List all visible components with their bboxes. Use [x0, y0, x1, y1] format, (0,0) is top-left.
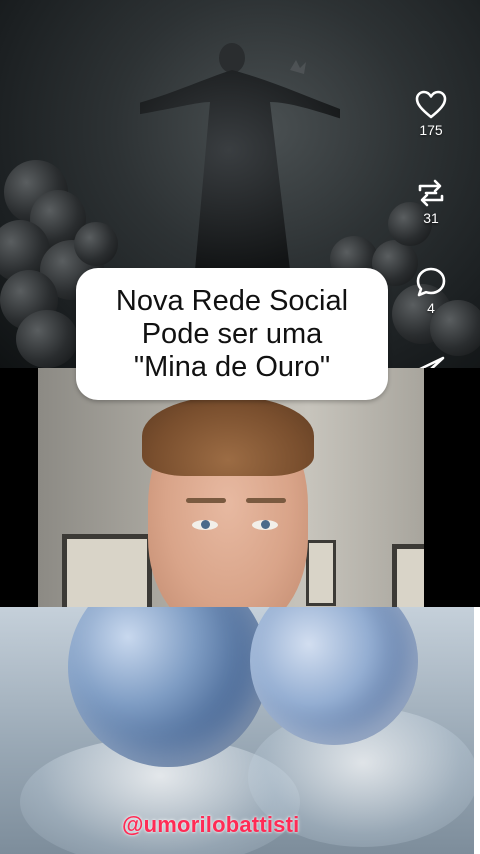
wall-picture: [392, 544, 424, 608]
comment-icon: [416, 267, 446, 297]
like-button[interactable]: 175: [406, 90, 456, 138]
comment-button[interactable]: 4: [406, 266, 456, 316]
skull-decor: [16, 310, 78, 368]
title-line-1: Nova Rede Social: [115, 284, 349, 317]
left-brow: [186, 498, 226, 503]
repost-count: 31: [423, 210, 439, 226]
right-brow: [246, 498, 286, 503]
title-card: Nova Rede Social Pode ser uma "Mina de O…: [76, 268, 388, 400]
repost-button[interactable]: 31: [406, 178, 456, 226]
edge-strip: [474, 607, 480, 854]
comment-count: 4: [427, 300, 435, 316]
title-line-2: Pode ser uma: [141, 317, 323, 350]
robed-figure-image: [140, 43, 340, 270]
letterbox-right: [424, 368, 480, 608]
skull-decor: [74, 222, 118, 266]
left-eye: [192, 520, 218, 530]
like-count: 175: [419, 122, 443, 138]
letterbox-left: [0, 368, 38, 608]
creator-watermark[interactable]: @umorilobattisti: [122, 812, 299, 838]
title-line-3: "Mina de Ouro": [133, 350, 331, 383]
heart-icon: [415, 90, 447, 119]
right-eye: [252, 520, 278, 530]
video-post[interactable]: 175 31 4 Nova Rede Social Pode ser uma "…: [0, 0, 480, 854]
repost-icon: [418, 179, 444, 207]
wall-picture: [306, 540, 336, 606]
wall-picture: [62, 534, 152, 608]
presenter-hair: [142, 396, 314, 476]
presenter-video: [38, 368, 424, 608]
